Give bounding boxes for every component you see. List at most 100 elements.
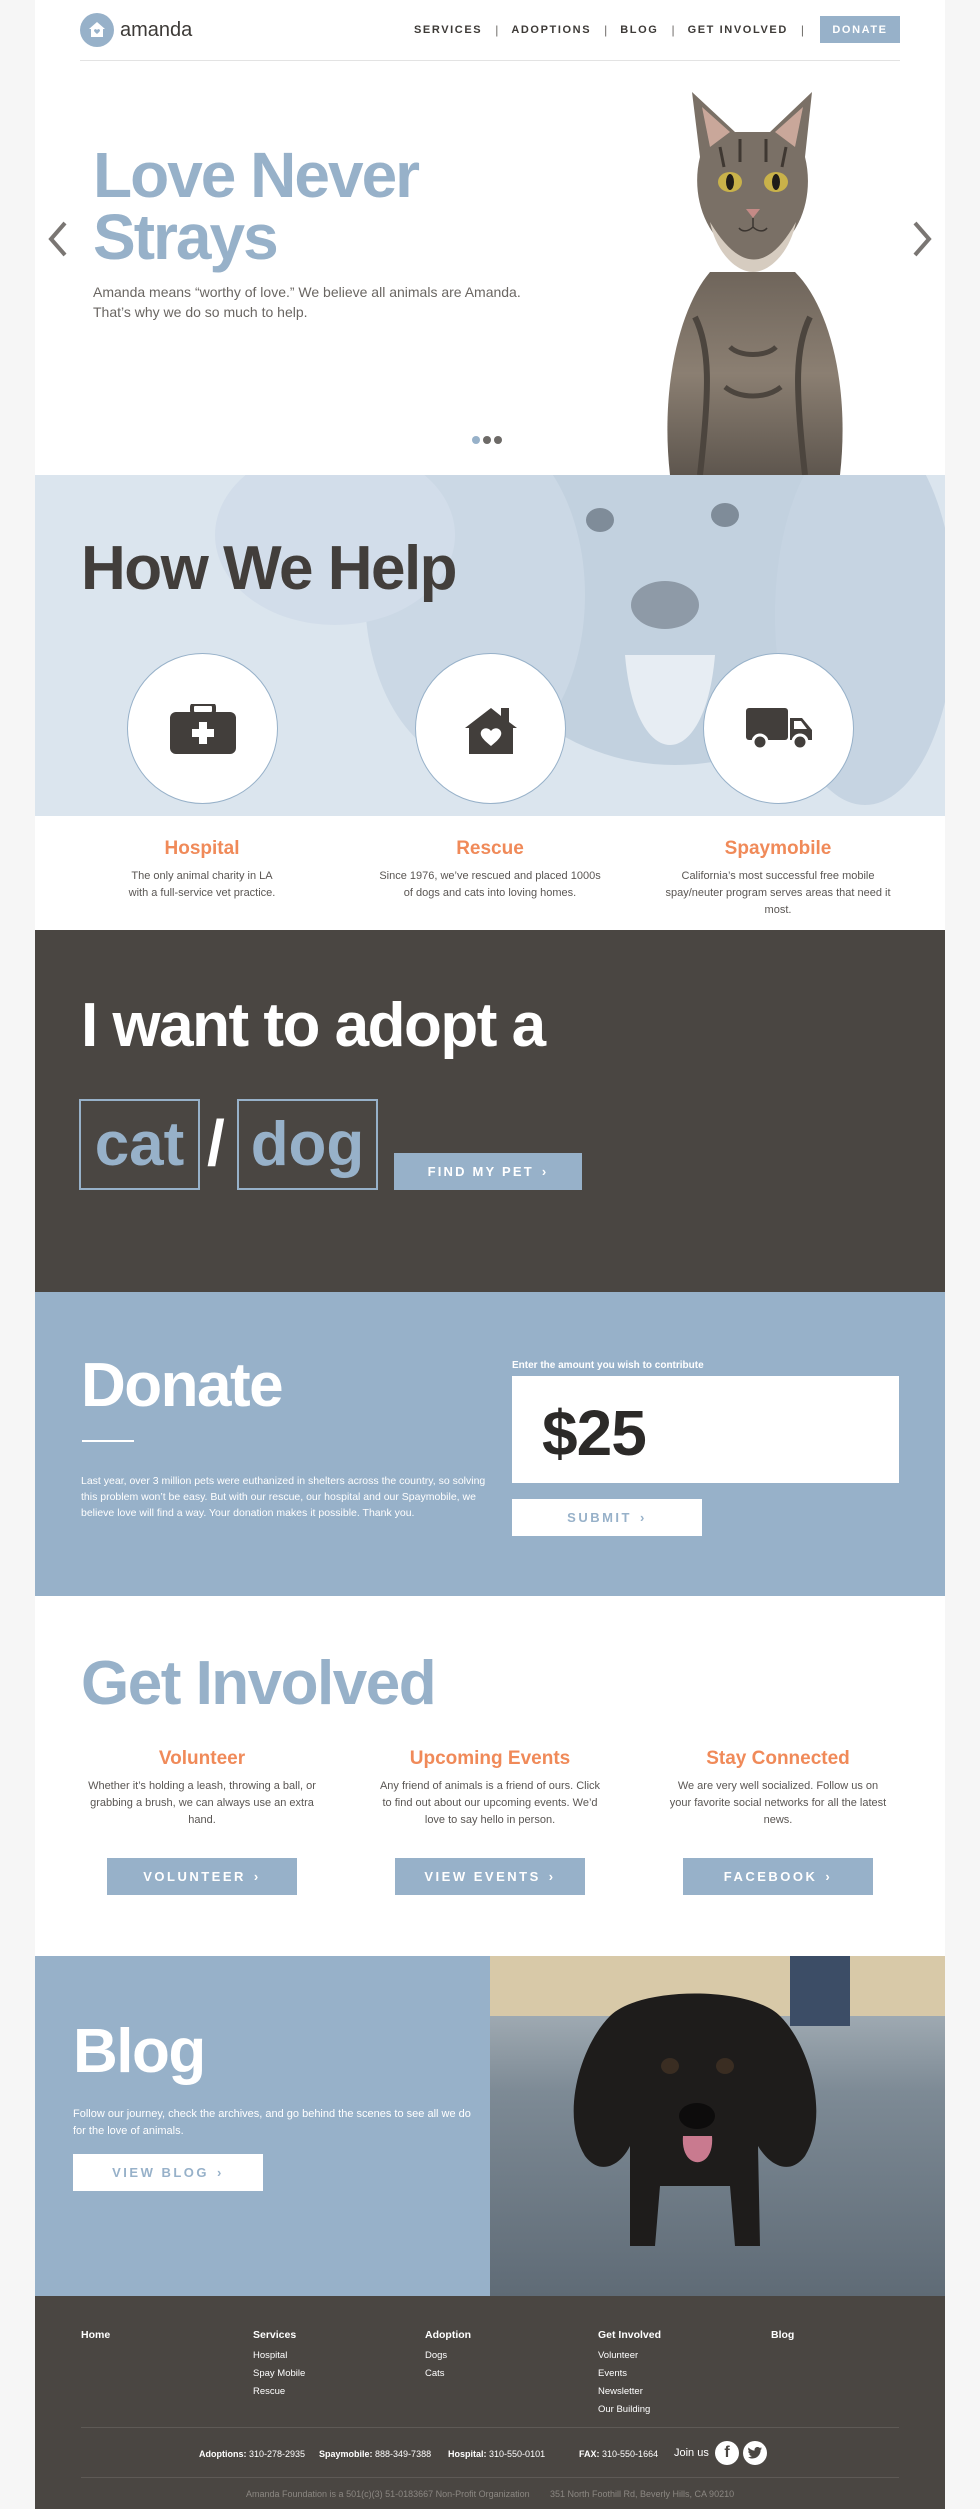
find-my-pet-label: FIND MY PET <box>427 1164 534 1179</box>
contact-hospital: Hospital: 310-550-0101 <box>448 2449 545 2459</box>
footer-link-cats[interactable]: Cats <box>425 2365 575 2383</box>
hospital-circle[interactable] <box>127 653 278 804</box>
nav-divider: | <box>671 22 675 37</box>
hospital-title[interactable]: Hospital <box>77 838 327 860</box>
blog-title: Blog <box>73 2017 206 2086</box>
legal-organization: Amanda Foundation is a 501(c)(3) 51-0183… <box>246 2489 530 2499</box>
facebook-icon[interactable]: f <box>715 2441 739 2465</box>
logo[interactable]: amanda <box>80 13 192 47</box>
chevron-right-icon: › <box>541 1164 549 1179</box>
footer-link-volunteer[interactable]: Volunteer <box>598 2347 748 2365</box>
blog-text: Follow our journey, check the archives, … <box>73 2108 471 2137</box>
connected-text: We are very well socialized. Follow us o… <box>669 1780 887 1826</box>
footer-link-hospital[interactable]: Hospital <box>253 2347 403 2365</box>
submit-button[interactable]: SUBMIT › <box>512 1499 702 1536</box>
footer-column-home: Home <box>81 2329 231 2347</box>
chevron-right-icon: › <box>640 1510 647 1525</box>
pet-divider: / <box>207 1107 225 1179</box>
blog-section: Blog Follow our journey, check the archi… <box>35 1956 945 2296</box>
carousel-dot[interactable] <box>472 436 480 444</box>
chevron-right-icon: › <box>217 2165 224 2180</box>
site-footer: Home Services Hospital Spay Mobile Rescu… <box>35 2296 945 2509</box>
donate-title: Donate <box>81 1351 284 1420</box>
contact-spaymobile: Spaymobile: 888-349-7388 <box>319 2449 431 2459</box>
contact-phone: 310-550-1664 <box>602 2449 659 2459</box>
chevron-right-icon: › <box>548 1869 556 1884</box>
hero-cat-image <box>640 87 865 480</box>
footer-link-spay-mobile[interactable]: Spay Mobile <box>253 2365 403 2383</box>
footer-link-events[interactable]: Events <box>598 2365 748 2383</box>
connected-title: Stay Connected <box>706 1748 850 1769</box>
footer-link-home[interactable]: Home <box>81 2329 231 2341</box>
legal-address: 351 North Foothill Rd, Beverly Hills, CA… <box>550 2489 735 2499</box>
hero-title-line-2: Strays <box>93 201 279 273</box>
cat-option[interactable]: cat <box>79 1099 200 1190</box>
rescue-circle[interactable] <box>415 653 566 804</box>
footer-column-services: Services Hospital Spay Mobile Rescue <box>253 2329 403 2401</box>
carousel-next-chevron-icon[interactable] <box>911 220 933 263</box>
nav-services[interactable]: SERVICES <box>414 24 482 36</box>
nav-blog[interactable]: BLOG <box>620 24 658 36</box>
hero-carousel: Love Never Strays Amanda means “worthy o… <box>35 62 945 476</box>
donate-button[interactable]: DONATE <box>820 16 900 43</box>
spaymobile-circle[interactable] <box>703 653 854 804</box>
facebook-button[interactable]: FACEBOOK › <box>683 1858 873 1895</box>
events-column: Upcoming Events Any friend of animals is… <box>365 1748 615 1829</box>
volunteer-title: Volunteer <box>158 1748 246 1769</box>
rescue-column: Rescue Since 1976, we’ve rescued and pla… <box>365 838 615 902</box>
carousel-prev-chevron-icon[interactable] <box>47 220 69 263</box>
view-blog-label: VIEW BLOG <box>112 2165 210 2180</box>
contact-label: FAX: <box>579 2449 600 2459</box>
view-events-button[interactable]: VIEW EVENTS › <box>395 1858 585 1895</box>
hospital-column: Hospital The only animal charity in LA w… <box>77 838 327 902</box>
footer-link-newsletter[interactable]: Newsletter <box>598 2383 748 2401</box>
contact-phone[interactable]: 888-349-7388 <box>375 2449 431 2459</box>
dog-option[interactable]: dog <box>237 1099 378 1190</box>
footer-link-rescue[interactable]: Rescue <box>253 2383 403 2401</box>
footer-column-get-involved: Get Involved Volunteer Events Newsletter… <box>598 2329 748 2419</box>
footer-column-blog: Blog <box>771 2329 921 2347</box>
contact-phone[interactable]: 310-550-0101 <box>489 2449 545 2459</box>
hero-title: Love Never Strays <box>93 143 493 273</box>
amount-input[interactable]: $25 <box>512 1376 899 1483</box>
carousel-dot[interactable] <box>483 436 491 444</box>
carousel-dot[interactable] <box>494 436 502 444</box>
contact-label: Spaymobile: <box>319 2449 373 2459</box>
footer-divider <box>81 2427 899 2428</box>
get-involved-section: Get Involved Volunteer Whether it’s hold… <box>35 1596 945 1956</box>
volunteer-button-label: VOLUNTEER <box>143 1869 246 1884</box>
house-heart-icon <box>464 707 517 754</box>
rescue-title[interactable]: Rescue <box>365 838 615 860</box>
view-blog-button[interactable]: VIEW BLOG › <box>73 2154 263 2191</box>
contact-label: Adoptions: <box>199 2449 247 2459</box>
footer-heading-services[interactable]: Services <box>253 2329 403 2341</box>
footer-link-blog[interactable]: Blog <box>771 2329 921 2341</box>
logo-text: amanda <box>120 18 193 41</box>
nav-divider: | <box>495 22 499 37</box>
spaymobile-column: Spaymobile California’s most successful … <box>653 838 903 919</box>
main-nav: SERVICES | ADOPTIONS | BLOG | GET INVOLV… <box>414 16 900 43</box>
twitter-icon[interactable] <box>743 2441 767 2465</box>
volunteer-text: Whether it’s holding a leash, throwing a… <box>88 1780 316 1826</box>
nav-get-involved[interactable]: GET INVOLVED <box>688 24 788 36</box>
find-my-pet-button[interactable]: FIND MY PET › <box>394 1153 582 1190</box>
contact-fax: FAX: 310-550-1664 <box>579 2449 658 2459</box>
amount-value: $25 <box>542 1397 647 1469</box>
blog-dog-image <box>490 1956 945 2296</box>
medical-kit-icon <box>169 703 236 754</box>
rescue-text: Since 1976, we’ve rescued and placed 100… <box>379 870 601 899</box>
events-title: Upcoming Events <box>409 1748 571 1769</box>
nav-adoptions[interactable]: ADOPTIONS <box>511 24 591 36</box>
join-us-label: Join us <box>674 2447 709 2459</box>
donate-section: Donate Last year, over 3 million pets we… <box>35 1292 945 1596</box>
footer-link-our-building[interactable]: Our Building <box>598 2401 748 2419</box>
spaymobile-title[interactable]: Spaymobile <box>653 838 903 860</box>
footer-heading-adoption[interactable]: Adoption <box>425 2329 575 2341</box>
contact-adoptions: Adoptions: 310-278-2935 <box>199 2449 305 2459</box>
contact-phone[interactable]: 310-278-2935 <box>249 2449 305 2459</box>
spaymobile-text: California’s most successful free mobile… <box>665 870 891 916</box>
footer-link-dogs[interactable]: Dogs <box>425 2347 575 2365</box>
footer-heading-get-involved[interactable]: Get Involved <box>598 2329 748 2341</box>
volunteer-button[interactable]: VOLUNTEER › <box>107 1858 297 1895</box>
chevron-right-icon: › <box>253 1869 261 1884</box>
